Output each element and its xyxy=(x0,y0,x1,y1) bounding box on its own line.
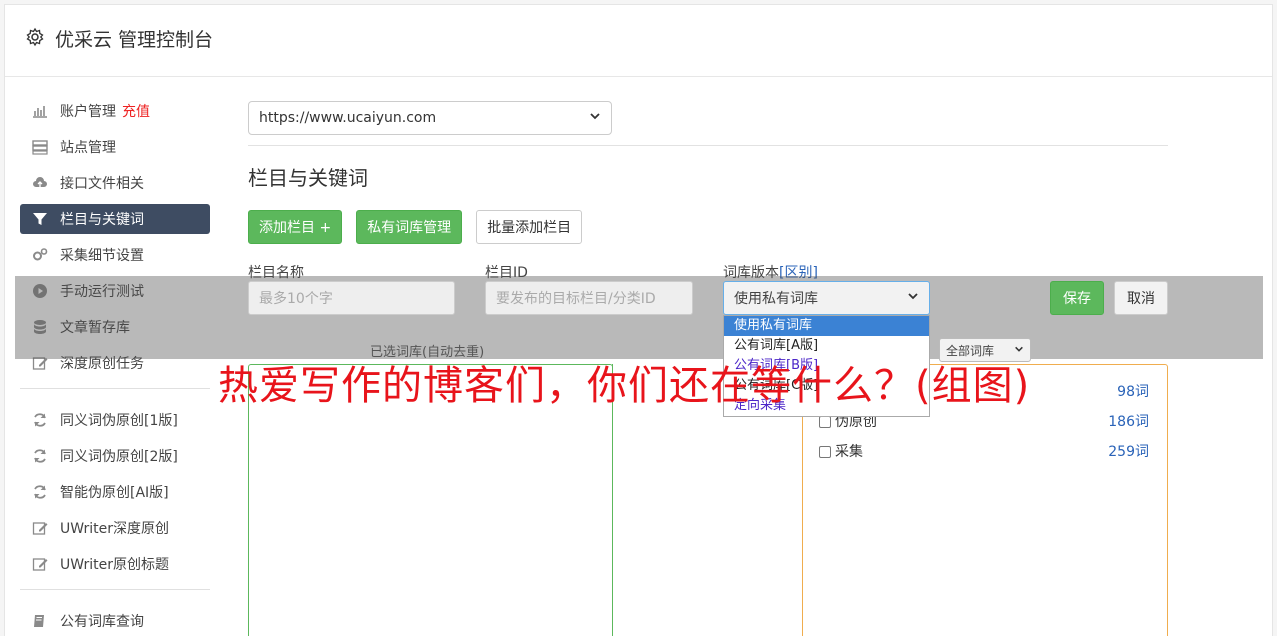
save-button[interactable]: 保存 xyxy=(1050,281,1104,315)
checkbox[interactable] xyxy=(819,446,831,458)
sidebar-item-ai-rewrite[interactable]: 智能伪原创[AI版] xyxy=(20,477,210,507)
edit-icon xyxy=(30,520,50,536)
lib-version-select[interactable]: 使用私有词库 xyxy=(723,281,930,315)
page-title: 优采云 管理控制台 xyxy=(55,29,214,51)
chevron-down-icon xyxy=(589,110,601,126)
column-id-input[interactable]: 要发布的目标栏目/分类ID xyxy=(485,281,693,315)
lib-version-select-value: 使用私有词库 xyxy=(734,291,818,307)
dropdown-option[interactable]: 使用私有词库 xyxy=(724,316,929,336)
sidebar-item-label: 栏目与关键词 xyxy=(60,212,144,228)
refresh-icon xyxy=(30,448,50,464)
private-lib-button[interactable]: 私有词库管理 xyxy=(356,210,463,244)
lib-count: 98词 xyxy=(1117,384,1149,400)
sidebar-item-label: 采集细节设置 xyxy=(60,248,144,264)
chevron-down-icon xyxy=(907,290,919,306)
panel-header: 优采云 管理控制台 xyxy=(5,5,1272,77)
caption-watermark: 热爱写作的博客们，你们还在等什么？(组图) xyxy=(218,363,1031,409)
sidebar-item-uwriter-deep[interactable]: UWriter深度原创 xyxy=(20,513,210,543)
refresh-icon xyxy=(30,412,50,428)
site-select[interactable]: https://www.ucaiyun.com xyxy=(248,101,612,135)
sidebar-item-synonym-v1[interactable]: 同义词伪原创[1版] xyxy=(20,405,210,435)
bar-chart-icon xyxy=(30,103,50,119)
recharge-link[interactable]: 充值 xyxy=(122,101,150,121)
sidebar-item-label: 接口文件相关 xyxy=(60,176,144,192)
sidebar-item-uwriter-title[interactable]: UWriter原创标题 xyxy=(20,549,210,579)
gears-icon xyxy=(30,247,50,263)
sidebar-divider xyxy=(20,589,210,590)
sidebar-item-public-lib[interactable]: 公有词库查询 xyxy=(20,606,210,636)
sidebar-item-label: 站点管理 xyxy=(60,140,116,156)
sidebar-item-label: 智能伪原创[AI版] xyxy=(60,485,169,501)
sidebar-item-sites[interactable]: 站点管理 xyxy=(20,132,210,162)
sidebar-item-label: UWriter深度原创 xyxy=(60,521,169,537)
sidebar: 账户管理 充值 站点管理 接口文件相关 栏目与关键词 采集细节设置 手动运行测试… xyxy=(20,96,210,636)
sidebar-item-columns[interactable]: 栏目与关键词 xyxy=(20,204,210,234)
add-column-button[interactable]: 添加栏目 + xyxy=(248,210,343,244)
lib-count: 259词 xyxy=(1108,444,1149,460)
server-icon xyxy=(30,139,50,155)
gear-icon xyxy=(25,27,45,51)
lib-name: 采集 xyxy=(835,444,863,460)
sidebar-item-account[interactable]: 账户管理 充值 xyxy=(20,96,210,126)
divider-line xyxy=(248,145,1168,146)
sidebar-item-label: 同义词伪原创[2版] xyxy=(60,449,178,465)
sidebar-item-synonym-v2[interactable]: 同义词伪原创[2版] xyxy=(20,441,210,471)
sidebar-divider xyxy=(20,388,210,389)
cloud-upload-icon xyxy=(30,175,50,191)
sidebar-item-label: 同义词伪原创[1版] xyxy=(60,413,178,429)
checkbox[interactable] xyxy=(819,416,831,428)
filter-icon xyxy=(30,211,50,227)
section-title: 栏目与关键词 xyxy=(248,166,368,190)
column-name-input[interactable]: 最多10个字 xyxy=(248,281,455,315)
cancel-button[interactable]: 取消 xyxy=(1114,281,1168,315)
batch-add-button[interactable]: 批量添加栏目 xyxy=(476,210,583,244)
sidebar-item-label: 公有词库查询 xyxy=(60,614,144,630)
book-icon xyxy=(30,613,50,629)
sidebar-item-label: 账户管理 xyxy=(60,104,116,120)
refresh-icon xyxy=(30,484,50,500)
sidebar-item-collect-settings[interactable]: 采集细节设置 xyxy=(20,240,210,270)
sidebar-item-label: UWriter原创标题 xyxy=(60,557,169,573)
lib-count: 186词 xyxy=(1108,414,1149,430)
lib-row[interactable]: 采集 259词 xyxy=(819,441,1149,461)
site-select-value: https://www.ucaiyun.com xyxy=(259,110,437,126)
sidebar-item-interface[interactable]: 接口文件相关 xyxy=(20,168,210,198)
edit-icon xyxy=(30,556,50,572)
